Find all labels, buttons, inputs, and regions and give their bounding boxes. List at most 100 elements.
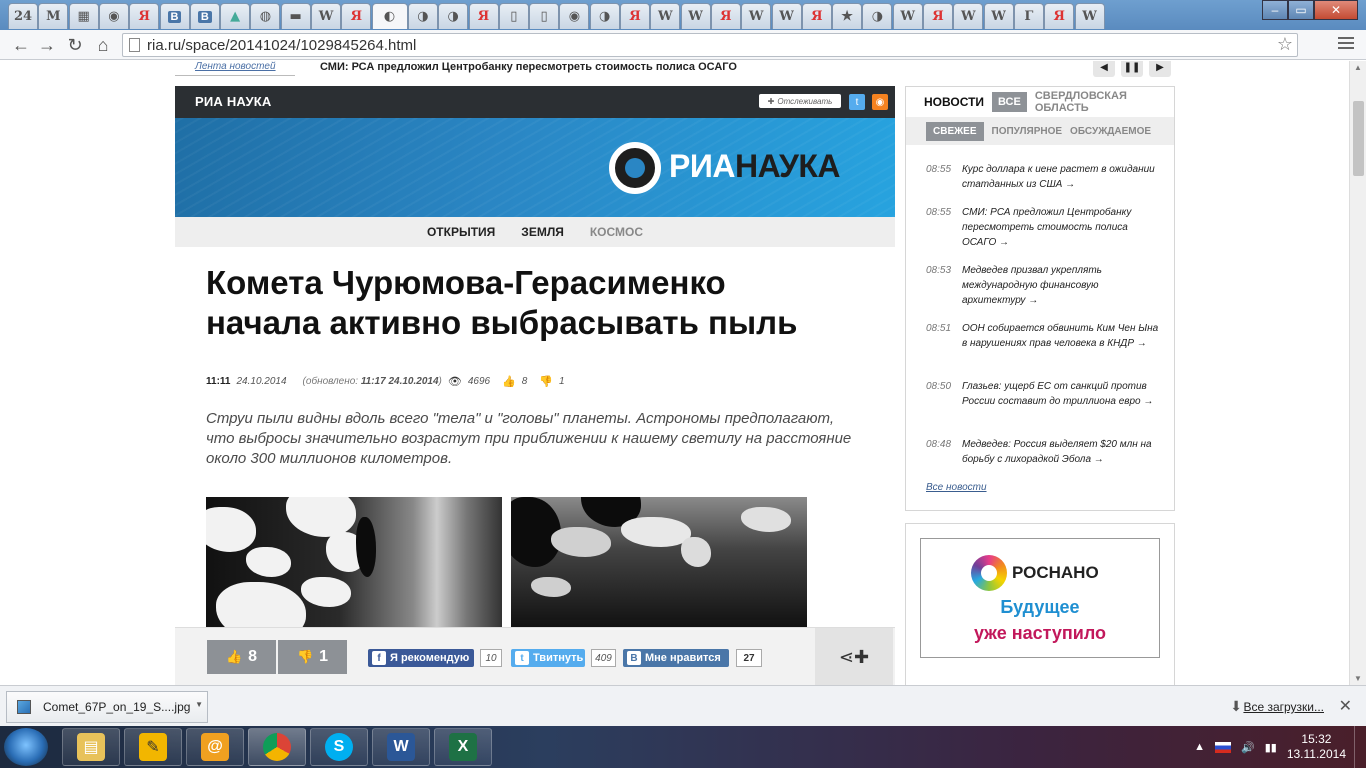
- browser-tab[interactable]: ▯: [498, 3, 529, 29]
- browser-tab[interactable]: ▦: [68, 3, 99, 29]
- taskbar-app-2[interactable]: ✎: [124, 728, 182, 766]
- rss-icon[interactable]: ◉: [872, 94, 888, 110]
- reload-button[interactable]: ↻: [64, 34, 86, 56]
- download-item[interactable]: Comet_67P_on_19_S....jpg ▼: [6, 691, 208, 723]
- subnav-item-space[interactable]: КОСМОС: [590, 225, 643, 239]
- follow-button[interactable]: ✚ Отслеживать: [759, 94, 841, 108]
- browser-tab[interactable]: M: [38, 3, 69, 29]
- comet-photo-left[interactable]: [206, 497, 502, 627]
- all-news-link[interactable]: Все новости: [926, 482, 987, 493]
- language-flag-icon[interactable]: [1215, 741, 1232, 753]
- browser-tab[interactable]: W: [650, 3, 681, 29]
- browser-tab[interactable]: W: [680, 3, 711, 29]
- browser-tab[interactable]: Я: [1044, 3, 1075, 29]
- tweet-button[interactable]: t Твитнуть: [511, 649, 585, 667]
- vote-down-button[interactable]: 👎 1: [278, 640, 347, 674]
- browser-tab[interactable]: W: [311, 3, 341, 29]
- news-item[interactable]: 08:55 СМИ: РСА предложил Центробанку пере…: [926, 205, 1161, 250]
- browser-menu-icon[interactable]: [1338, 37, 1354, 51]
- browser-tab[interactable]: ▲: [220, 3, 251, 29]
- all-downloads-link[interactable]: Все загрузки...: [1243, 700, 1324, 714]
- browser-tab[interactable]: ◑: [862, 3, 893, 29]
- browser-tab[interactable]: Я: [341, 3, 372, 29]
- vk-like-button[interactable]: B Мне нравится: [623, 649, 729, 667]
- browser-tab[interactable]: W: [983, 3, 1014, 29]
- tray-expand-icon[interactable]: ▲: [1194, 741, 1205, 753]
- thumbs-down-icon[interactable]: 👎: [539, 375, 553, 388]
- taskbar-explorer[interactable]: ▤: [62, 728, 120, 766]
- forward-button[interactable]: →: [36, 34, 58, 56]
- browser-tab[interactable]: ◑: [438, 3, 469, 29]
- subnav-item-discoveries[interactable]: ОТКРЫТИЯ: [427, 225, 495, 239]
- browser-tab[interactable]: В: [159, 3, 190, 29]
- browser-tab[interactable]: ◑: [589, 3, 620, 29]
- tab-fresh[interactable]: СВЕЖЕЕ: [926, 121, 984, 141]
- news-filter-region[interactable]: СВЕРДЛОВСКАЯ ОБЛАСТЬ: [1035, 90, 1174, 114]
- ticker-label[interactable]: Лента новостей: [195, 61, 276, 72]
- close-downloads-icon[interactable]: ✕: [1339, 696, 1352, 716]
- browser-tab[interactable]: 24: [8, 3, 38, 29]
- browser-tab[interactable]: ★: [832, 3, 863, 29]
- news-item[interactable]: 08:53 Медведев призвал укреплять междунар…: [926, 263, 1161, 308]
- browser-tab[interactable]: ◉: [559, 3, 590, 29]
- share-more-button[interactable]: ⋖✚: [815, 628, 893, 685]
- browser-tab[interactable]: ◉: [98, 3, 129, 29]
- browser-tab[interactable]: Я: [468, 3, 499, 29]
- vote-up-button[interactable]: 👍 8: [207, 640, 276, 674]
- back-button[interactable]: ←: [10, 34, 32, 56]
- browser-tab[interactable]: ◐: [371, 3, 408, 29]
- maximize-button[interactable]: ▭: [1288, 0, 1314, 20]
- home-button[interactable]: ⌂: [92, 34, 114, 56]
- browser-tab[interactable]: ◍: [250, 3, 281, 29]
- browser-tab[interactable]: Я: [923, 3, 953, 29]
- tab-popular[interactable]: ПОПУЛЯРНОЕ: [992, 123, 1063, 140]
- browser-tab[interactable]: Г: [1013, 3, 1044, 29]
- tab-discussed[interactable]: ОБСУЖДАЕМОЕ: [1070, 123, 1151, 140]
- section-title[interactable]: РИА НАУКА: [195, 94, 272, 109]
- close-window-button[interactable]: ✕: [1314, 0, 1358, 20]
- rosnano-ad[interactable]: РОСНАНО Будущее уже наступило: [920, 538, 1160, 658]
- browser-tab[interactable]: W: [1074, 3, 1105, 29]
- bookmark-star-icon[interactable]: ☆: [1277, 34, 1293, 55]
- news-item[interactable]: 08:51 ООН собирается обвинить Ким Чен Ына…: [926, 321, 1161, 351]
- browser-tab[interactable]: Я: [129, 3, 160, 29]
- scrollbar-thumb[interactable]: [1353, 101, 1364, 176]
- taskbar-skype[interactable]: S: [310, 728, 368, 766]
- ticker-headline[interactable]: СМИ: РСА предложил Центробанку пересмотр…: [320, 61, 737, 73]
- browser-tab[interactable]: ▯: [529, 3, 560, 29]
- url-input[interactable]: [147, 36, 1267, 54]
- news-filter-all[interactable]: ВСЕ: [992, 92, 1027, 112]
- taskbar-excel[interactable]: X: [434, 728, 492, 766]
- chevron-down-icon[interactable]: ▼: [195, 700, 203, 709]
- ticker-next-button[interactable]: ▶: [1149, 61, 1171, 77]
- browser-tab[interactable]: W: [741, 3, 772, 29]
- news-item[interactable]: 08:48 Медведев: Россия выделяет $20 млн н…: [926, 437, 1161, 467]
- browser-tab[interactable]: Я: [710, 3, 741, 29]
- twitter-icon[interactable]: t: [849, 94, 865, 110]
- comet-photo-right[interactable]: [511, 497, 807, 627]
- thumbs-up-icon[interactable]: 👍: [502, 375, 516, 388]
- browser-tab[interactable]: Я: [620, 3, 650, 29]
- address-bar[interactable]: ☆: [122, 33, 1298, 57]
- browser-tab[interactable]: W: [771, 3, 802, 29]
- network-icon[interactable]: ▮▮: [1265, 741, 1277, 754]
- browser-tab[interactable]: Я: [801, 3, 832, 29]
- taskbar-word[interactable]: W: [372, 728, 430, 766]
- news-item[interactable]: 08:55 Курс доллара к иене растет в ожидан…: [926, 162, 1161, 192]
- scroll-down-icon[interactable]: ▼: [1354, 674, 1362, 683]
- subnav-item-earth[interactable]: ЗЕМЛЯ: [521, 225, 564, 239]
- facebook-recommend-button[interactable]: f Я рекомендую: [368, 649, 474, 667]
- minimize-button[interactable]: –: [1262, 0, 1288, 20]
- browser-tab[interactable]: ▬: [280, 3, 311, 29]
- ticker-prev-button[interactable]: ◀: [1093, 61, 1115, 77]
- browser-tab[interactable]: ◑: [407, 3, 438, 29]
- news-item[interactable]: 08:50 Глазьев: ущерб ЕС от санкций против…: [926, 379, 1161, 409]
- scroll-up-icon[interactable]: ▲: [1354, 63, 1362, 72]
- browser-tab[interactable]: W: [892, 3, 923, 29]
- ticker-pause-button[interactable]: ❚❚: [1121, 61, 1143, 77]
- taskbar-mail[interactable]: @: [186, 728, 244, 766]
- taskbar-chrome[interactable]: [248, 728, 306, 766]
- browser-tab[interactable]: В: [189, 3, 220, 29]
- start-button[interactable]: [4, 728, 48, 766]
- volume-icon[interactable]: 🔊: [1241, 741, 1255, 754]
